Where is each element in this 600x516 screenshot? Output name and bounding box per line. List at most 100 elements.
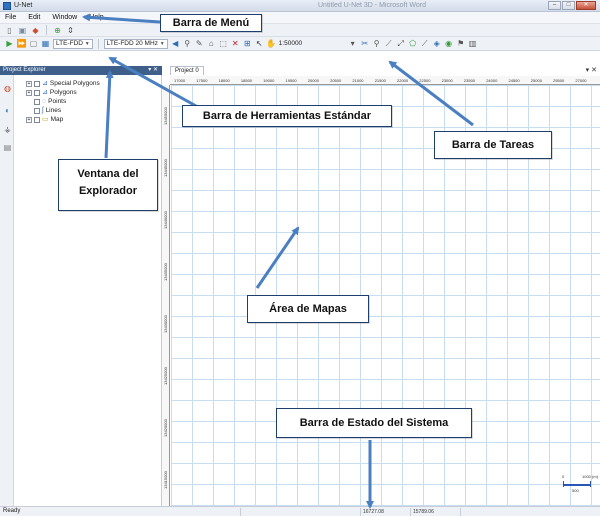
- tab-project[interactable]: Project 0: [170, 66, 204, 75]
- forward-icon[interactable]: ⏩: [17, 39, 27, 48]
- points-icon: ◌: [42, 98, 47, 105]
- ruler-tick-label: 13450000: [163, 107, 168, 125]
- measure-icon[interactable]: ✂: [360, 39, 369, 48]
- menu-bar: File Edit Window Help: [0, 12, 600, 24]
- menu-edit[interactable]: Edit: [28, 14, 40, 21]
- ruler-tick-label: 17500: [196, 78, 208, 83]
- layers-icon[interactable]: ◐: [3, 106, 12, 115]
- explorer-close-icon[interactable]: ▾ ✕: [148, 66, 158, 75]
- band-select[interactable]: LTE-FDD 20 MHz ▼: [103, 38, 168, 49]
- scale-zero-label: 0: [562, 474, 565, 479]
- ruler-tick-label: 13425000: [163, 367, 168, 385]
- scale-sub-label: 500: [572, 488, 579, 493]
- title-bar: U-Net Untitled U-Net 3D - Microsoft Word…: [0, 0, 600, 12]
- status-cell: [460, 508, 540, 516]
- ruler-icon[interactable]: ⟋: [384, 39, 393, 48]
- globe-icon[interactable]: ◉: [444, 39, 453, 48]
- callout-explorer-text: Ventana del Explorador: [77, 168, 139, 197]
- zoom-level[interactable]: 1:50000: [279, 40, 303, 47]
- status-coord-x: 16727.08: [360, 508, 410, 516]
- line-icon[interactable]: ⟋: [420, 39, 429, 48]
- stop-icon[interactable]: ▢: [29, 39, 38, 48]
- search-icon[interactable]: ⚲: [372, 39, 381, 48]
- tree-item-label: Special Polygons: [49, 80, 100, 87]
- tree-item-lines[interactable]: ʃ Lines: [26, 106, 100, 115]
- select-rect-icon[interactable]: ⬚: [219, 39, 228, 48]
- tree-item-special-polygons[interactable]: + ⊿ Special Polygons: [26, 79, 100, 88]
- ruler-tick-label: 13430000: [163, 315, 168, 333]
- ruler-tick-label: 13435000: [163, 263, 168, 281]
- open-icon[interactable]: ▣: [18, 26, 27, 35]
- checkbox[interactable]: [34, 98, 40, 105]
- zoom-icon[interactable]: ⊞: [243, 39, 252, 48]
- tag-icon[interactable]: ◈: [432, 39, 441, 48]
- maximize-button[interactable]: □: [562, 1, 575, 10]
- tree-item-map[interactable]: + ▭ Map: [26, 115, 100, 124]
- scale-line: [563, 484, 590, 486]
- tree-item-points[interactable]: ◌ Points: [26, 97, 100, 106]
- app-icon: [3, 2, 11, 10]
- tree-item-label: Lines: [45, 107, 62, 114]
- lock-icon[interactable]: ⌂: [207, 39, 216, 48]
- close-button[interactable]: ✕: [576, 1, 596, 10]
- ruler-tick-label: 13445000: [163, 159, 168, 177]
- map-close-icon[interactable]: ▾ ✕: [586, 66, 597, 74]
- ruler-tick-label: 19500: [285, 78, 297, 83]
- ruler-tick-label: 23000: [441, 78, 453, 83]
- antenna-icon[interactable]: ⚶: [3, 125, 12, 134]
- expand-icon[interactable]: +: [26, 116, 32, 123]
- ruler-tick-label: 20500: [330, 78, 342, 83]
- menu-help[interactable]: Help: [89, 14, 103, 21]
- project-icon[interactable]: ◍: [3, 84, 12, 93]
- expand-icon[interactable]: +: [26, 89, 32, 96]
- ruler-tick-label: 13420000: [163, 419, 168, 437]
- ruler-tick-label: 18000: [218, 78, 230, 83]
- ruler-tick-label: 21500: [374, 78, 386, 83]
- delete-icon[interactable]: ✕: [231, 39, 240, 48]
- checkbox[interactable]: [34, 116, 40, 123]
- vertical-ruler: 13450000 13445000 13440000 13435000 13430000…: [162, 85, 170, 506]
- chart-icon[interactable]: ▥: [468, 39, 477, 48]
- document-title: Untitled U-Net 3D - Microsoft Word: [318, 2, 427, 9]
- ruler-tick-label: 19000: [263, 78, 275, 83]
- pan-icon[interactable]: ✋: [266, 39, 276, 48]
- polygon-icon[interactable]: ⬠: [408, 39, 417, 48]
- minimize-button[interactable]: –: [548, 1, 561, 10]
- checkbox[interactable]: [34, 107, 40, 114]
- callout-standard-toolbar: Barra de Herramientas Estándar: [182, 105, 392, 127]
- pointer-icon[interactable]: ↖: [255, 39, 264, 48]
- transmitter-icon[interactable]: ⚲: [183, 39, 192, 48]
- ruler-tick-label: 23500: [463, 78, 476, 83]
- ruler-tick-label: 13440000: [163, 211, 168, 229]
- settings-icon[interactable]: ⊕: [53, 26, 62, 35]
- dropdown-icon[interactable]: ▾: [348, 39, 357, 48]
- standard-toolbar: ▯ ▣ ◆ ⊕ ⇕: [0, 24, 600, 37]
- save-icon[interactable]: ◆: [31, 26, 40, 35]
- back-arrow-icon[interactable]: ◀: [171, 39, 180, 48]
- pin-icon[interactable]: ⚑: [456, 39, 465, 48]
- project-explorer: Project Explorer ▾ ✕ + ⊿ Special Polygon…: [0, 66, 162, 506]
- callout-menu-bar: Barra de Menú: [160, 14, 262, 32]
- ruler-tick-label: 27000: [575, 78, 587, 83]
- arrow-icon[interactable]: ⇕: [66, 26, 75, 35]
- ruler-tick-label: 24000: [486, 78, 498, 83]
- checkbox[interactable]: [34, 89, 40, 96]
- task-toolbar: ▶ ⏩ ▢ ▦ LTE-FDD ▼ LTE-FDD 20 MHz ▼ ◀ ⚲ ✎…: [0, 37, 600, 51]
- ruler-tick-label: 17000: [174, 78, 186, 83]
- ruler-tick-label: 22000: [397, 78, 409, 83]
- network-type-select[interactable]: LTE-FDD ▼: [53, 38, 93, 49]
- edit-icon[interactable]: ✎: [195, 39, 204, 48]
- expand-icon[interactable]: +: [26, 80, 32, 87]
- tree-item-polygons[interactable]: + ⊿ Polygons: [26, 88, 100, 97]
- callout-status-bar: Barra de Estado del Sistema: [276, 408, 472, 438]
- status-coord-y: 15789.06: [410, 508, 460, 516]
- checkbox[interactable]: [34, 80, 40, 87]
- play-icon[interactable]: ▶: [5, 39, 14, 48]
- new-icon[interactable]: ▯: [5, 26, 14, 35]
- status-bar: Ready 16727.08 15789.06: [0, 506, 600, 516]
- menu-window[interactable]: Window: [52, 14, 77, 21]
- toolbar-separator: [46, 25, 47, 35]
- route-icon[interactable]: ⤢: [396, 39, 405, 48]
- menu-file[interactable]: File: [5, 14, 16, 21]
- report-icon[interactable]: ▤: [3, 143, 12, 152]
